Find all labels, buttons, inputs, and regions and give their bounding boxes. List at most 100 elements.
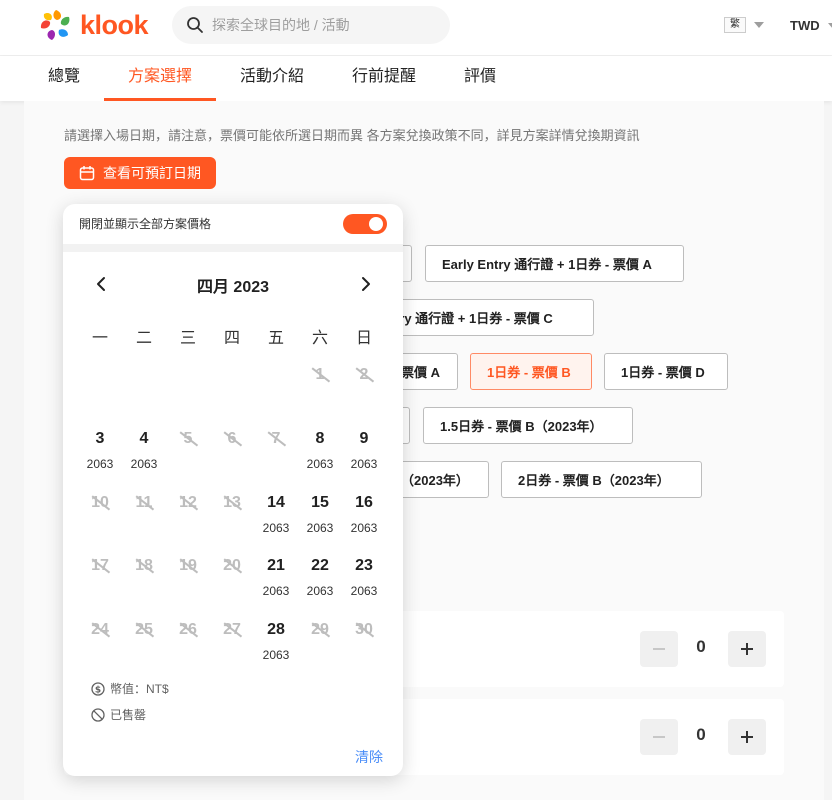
day-number: 18 — [122, 556, 166, 576]
day-number: 13 — [210, 493, 254, 513]
show-all-prices-toggle[interactable] — [343, 214, 387, 234]
clear-date-button[interactable]: 清除 — [355, 747, 383, 767]
search-bar[interactable] — [172, 6, 450, 44]
day-price: 2063 — [262, 648, 290, 662]
svg-text:$: $ — [95, 685, 101, 695]
package-chip-1day-b[interactable]: 1日券 - 票價 B — [470, 353, 592, 390]
check-available-dates-button[interactable]: 查看可預訂日期 — [64, 157, 216, 189]
calendar-day[interactable]: 15 2063 — [298, 493, 342, 547]
currency-legend-label: 幣值：NT$ — [110, 682, 169, 696]
tab-reviews[interactable]: 評價 — [464, 56, 496, 101]
calendar-icon — [79, 166, 95, 181]
calendar-day[interactable]: 28 2063 — [254, 620, 298, 674]
package-chip-1-5day-b-2023[interactable]: 1.5日券 - 票價 B（2023年） — [423, 407, 633, 444]
calendar-day[interactable]: 23 2063 — [342, 556, 386, 610]
day-number: 30 — [342, 620, 386, 640]
day-price: 2063 — [306, 457, 334, 471]
calendar-day: 27 — [210, 620, 254, 674]
calendar-day[interactable]: 4 2063 — [122, 429, 166, 483]
calendar-day: 29 — [298, 620, 342, 674]
day-price: 2063 — [350, 584, 378, 598]
calendar-day: 12 — [166, 493, 210, 547]
day-number: 16 — [355, 494, 373, 511]
date-picker-popover: 開閉並顯示全部方案價格 四月 2023 一二三四五六日 1 2 3 2063 4 2063… — [63, 204, 403, 776]
language-selector[interactable]: 繁 — [724, 17, 764, 33]
search-input[interactable] — [212, 17, 432, 33]
day-number: 21 — [267, 557, 285, 574]
calendar-day: 2 — [342, 365, 386, 419]
day-number: 20 — [210, 556, 254, 576]
chevron-down-icon — [827, 22, 832, 29]
increase-quantity-button[interactable] — [728, 719, 766, 755]
day-number: 15 — [311, 494, 329, 511]
day-number: 22 — [311, 557, 329, 574]
calendar-day: 6 — [210, 429, 254, 483]
decrease-quantity-button[interactable] — [640, 631, 678, 667]
quantity-value: 0 — [696, 637, 706, 656]
day-number: 29 — [298, 620, 342, 640]
day-number: 12 — [166, 493, 210, 513]
next-month-button[interactable] — [356, 274, 376, 294]
chevron-right-icon — [362, 277, 370, 291]
plus-icon — [741, 731, 753, 743]
calendar-day[interactable]: 14 2063 — [254, 493, 298, 547]
weekday-label: 五 — [267, 330, 284, 347]
weekday-label: 六 — [311, 330, 328, 347]
weekday-label: 三 — [179, 330, 196, 347]
tab-overview[interactable]: 總覽 — [48, 56, 80, 101]
day-number: 5 — [166, 429, 210, 449]
calendar-day: 1 — [298, 365, 342, 419]
increase-quantity-button[interactable] — [728, 631, 766, 667]
calendar-day[interactable]: 16 2063 — [342, 493, 386, 547]
klook-logo[interactable]: klook — [38, 8, 149, 42]
tab-package-options[interactable]: 方案選擇 — [104, 56, 216, 101]
day-number: 3 — [95, 430, 105, 447]
minus-icon — [653, 648, 665, 650]
calendar-day: 18 — [122, 556, 166, 610]
currency-label: TWD — [790, 18, 820, 33]
decrease-quantity-button[interactable] — [640, 719, 678, 755]
calendar-day[interactable]: 3 2063 — [78, 429, 122, 483]
day-number: 28 — [267, 621, 285, 638]
day-number: 14 — [267, 494, 285, 511]
calendar-day[interactable]: 21 2063 — [254, 556, 298, 610]
calendar-day: 11 — [122, 493, 166, 547]
section-tabs: 總覽 方案選擇 活動介紹 行前提醒 評價 — [0, 56, 832, 101]
toggle-knob — [369, 217, 383, 231]
calendar-day: 20 — [210, 556, 254, 610]
day-number: 17 — [78, 556, 122, 576]
day-number: 4 — [139, 430, 149, 447]
show-all-prices-label: 開閉並顯示全部方案價格 — [79, 217, 212, 231]
day-number: 7 — [254, 429, 298, 449]
weekday-label: 一 — [91, 330, 108, 347]
day-price: 2063 — [350, 521, 378, 535]
date-notice: 請選擇入場日期，請注意，票價可能依所選日期而異 各方案兌換政策不同，詳見方案詳情… — [64, 128, 640, 143]
day-number: 23 — [355, 557, 373, 574]
tab-pre-trip-reminder[interactable]: 行前提醒 — [352, 56, 416, 101]
day-number: 11 — [122, 493, 166, 513]
currency-selector[interactable]: TWD — [790, 18, 832, 33]
package-chip-2day-b-2023[interactable]: 2日券 - 票價 B（2023年） — [501, 461, 702, 498]
day-number: 1 — [298, 365, 342, 385]
package-chip-early-entry-a[interactable]: Early Entry 通行證 + 1日券 - 票價 A — [425, 245, 684, 282]
calendar-day[interactable]: 8 2063 — [298, 429, 342, 483]
calendar-day: 10 — [78, 493, 122, 547]
weekday-label: 二 — [135, 330, 152, 347]
day-number: 10 — [78, 493, 122, 513]
calendar-day: 5 — [166, 429, 210, 483]
calendar-day: 7 — [254, 429, 298, 483]
klook-logo-icon — [40, 10, 70, 40]
day-number: 2 — [342, 365, 386, 385]
day-number: 26 — [166, 620, 210, 640]
calendar-day[interactable]: 22 2063 — [298, 556, 342, 610]
top-header: klook 繁 TWD — [0, 0, 832, 56]
soldout-legend-label: 已售罄 — [110, 708, 147, 722]
chevron-down-icon — [754, 22, 764, 28]
day-price: 2063 — [130, 457, 158, 471]
package-chip-1day-d[interactable]: 1日券 - 票價 D — [604, 353, 728, 390]
tab-activity-intro[interactable]: 活動介紹 — [240, 56, 304, 101]
day-price: 2063 — [306, 584, 334, 598]
search-icon — [187, 17, 203, 33]
calendar-day: 26 — [166, 620, 210, 674]
calendar-day[interactable]: 9 2063 — [342, 429, 386, 483]
